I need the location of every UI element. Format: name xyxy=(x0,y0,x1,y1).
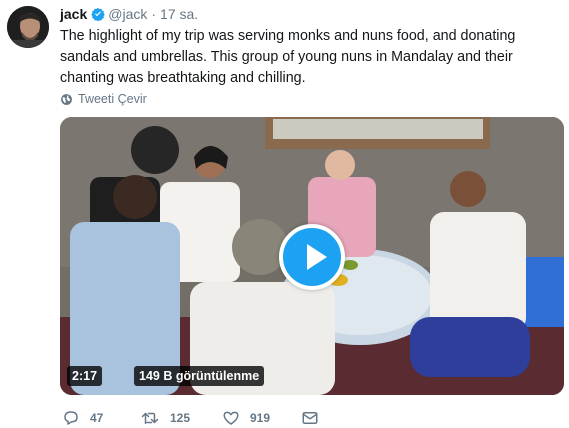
avatar-image xyxy=(7,6,49,48)
globe-icon xyxy=(61,93,72,105)
like-count: 919 xyxy=(250,411,271,425)
tweet-actions: 47 125 919 xyxy=(60,408,560,428)
handle[interactable]: @jack xyxy=(108,6,147,22)
reply-icon xyxy=(64,411,78,425)
avatar[interactable] xyxy=(7,6,49,48)
like-button[interactable]: 919 xyxy=(222,408,270,428)
direct-message-icon xyxy=(302,412,318,424)
verified-icon xyxy=(91,7,106,21)
like-icon xyxy=(223,411,239,425)
display-name[interactable]: jack xyxy=(60,6,87,22)
retweet-icon xyxy=(141,412,159,424)
translate-tweet-link[interactable]: Tweeti Çevir xyxy=(60,91,147,107)
translate-label: Tweeti Çevir xyxy=(78,92,147,106)
tweet: jack @jack · 17 sa. The highlight of my … xyxy=(0,0,569,428)
direct-message-button[interactable] xyxy=(301,408,329,428)
retweet-button[interactable]: 125 xyxy=(140,408,190,428)
view-count: 149 B görüntülenme xyxy=(134,366,265,386)
tweet-header: jack @jack · 17 sa. xyxy=(60,5,198,23)
play-button[interactable] xyxy=(279,224,345,290)
timestamp[interactable]: 17 sa. xyxy=(160,6,198,22)
retweet-count: 125 xyxy=(170,411,191,425)
separator-dot: · xyxy=(151,6,157,22)
reply-button[interactable]: 47 xyxy=(62,408,103,428)
video-duration: 2:17 xyxy=(67,366,103,386)
tweet-text: The highlight of my trip was serving mon… xyxy=(60,28,516,86)
reply-count: 47 xyxy=(90,411,104,425)
video-player[interactable]: 2:17 149 B görüntülenme xyxy=(60,117,564,395)
